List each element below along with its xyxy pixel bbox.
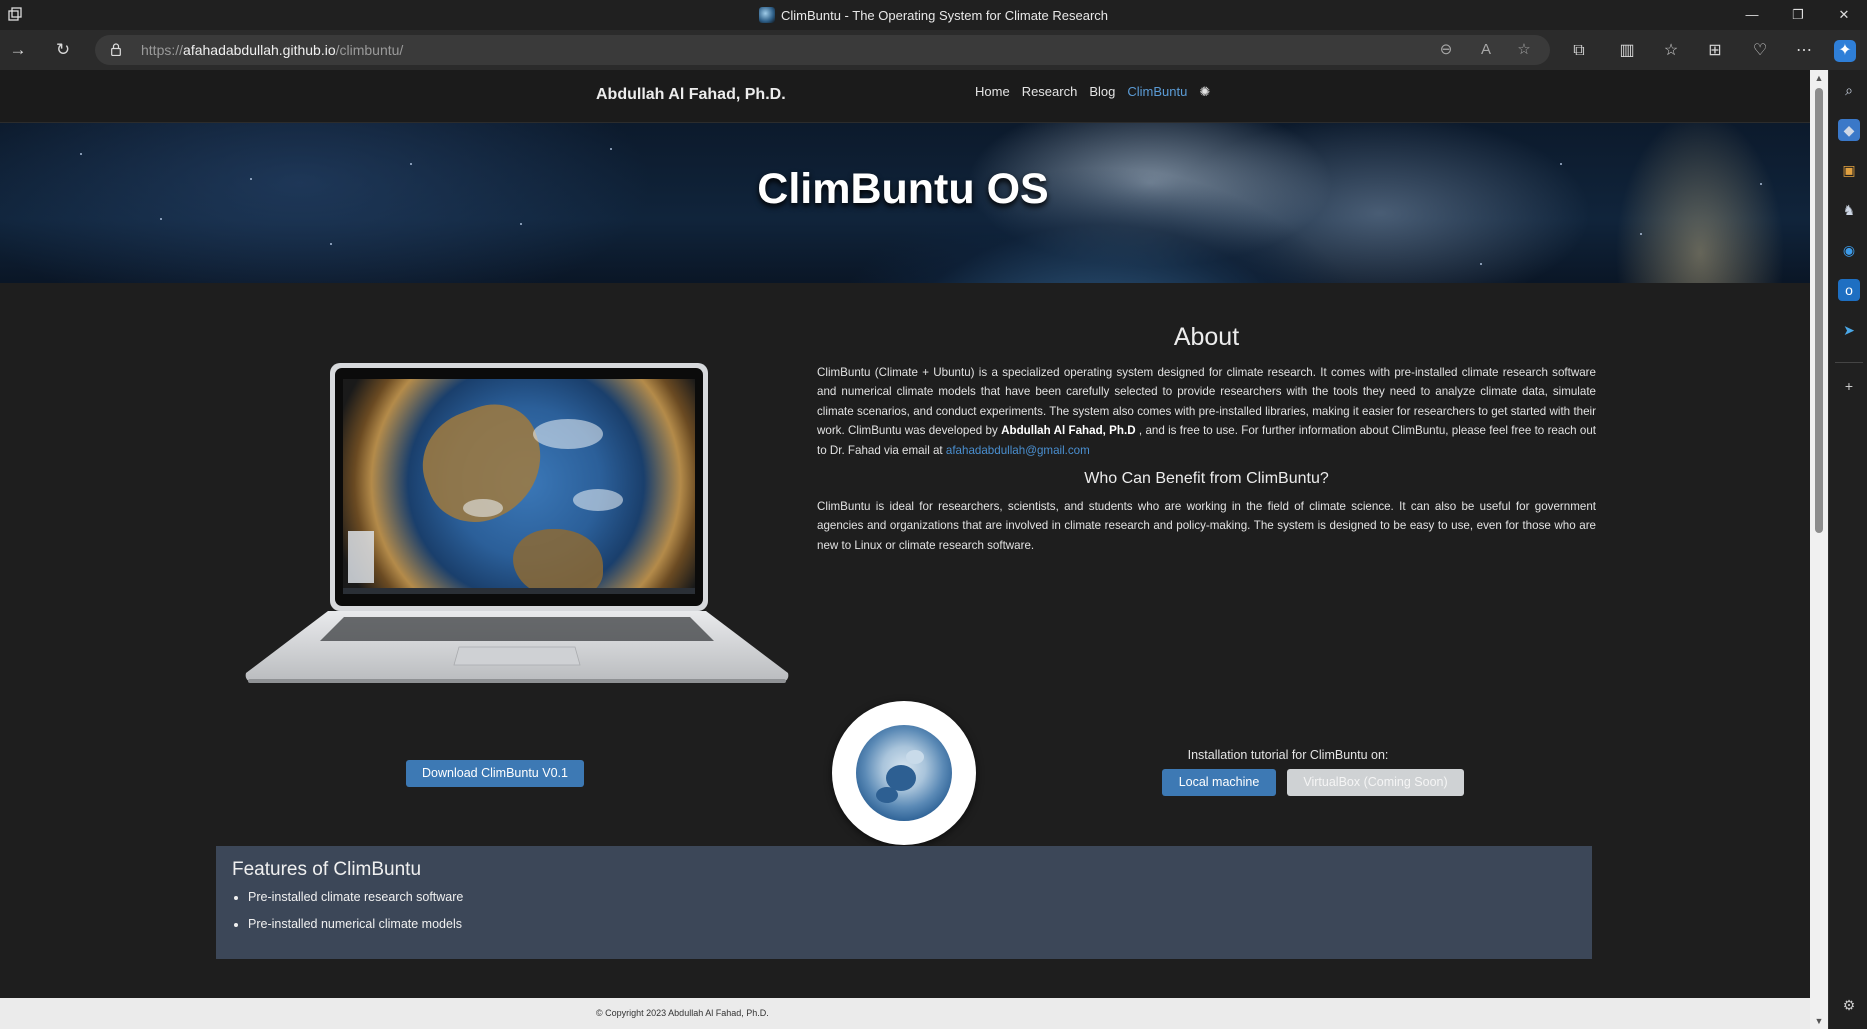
page-viewport: Abdullah Al Fahad, Ph.D. Home Research B… — [0, 70, 1810, 1029]
scrollbar-thumb[interactable] — [1815, 88, 1823, 533]
site-navbar: Abdullah Al Fahad, Ph.D. Home Research B… — [0, 70, 1810, 123]
collections-icon[interactable]: ⊞ — [1704, 40, 1726, 62]
browser-toolbar: → ↻ https://afahadabdullah.github.io/cli… — [0, 30, 1867, 70]
extensions-icon[interactable]: ⧉ — [1568, 40, 1590, 62]
laptop-screen — [343, 379, 695, 594]
split-screen-icon[interactable]: ▥ — [1616, 40, 1638, 62]
menu-blog-link[interactable]: Blog — [1089, 84, 1115, 100]
virtualbox-button[interactable]: VirtualBox (Coming Soon) — [1287, 769, 1464, 796]
site-favicon-icon — [758, 7, 775, 23]
about-heading: About — [1173, 323, 1240, 351]
address-bar[interactable]: https://afahadabdullah.github.io/climbun… — [95, 35, 1550, 65]
forward-icon[interactable]: → — [8, 40, 28, 60]
settings-gear-icon[interactable]: ⚙ — [1838, 994, 1860, 1016]
download-button[interactable]: Download ClimBuntu V0.1 — [406, 760, 584, 787]
footer-copyright: © Copyright 2023 Abdullah Al Fahad, Ph.D… — [596, 1008, 769, 1018]
zoom-out-icon[interactable]: ⊖ — [1437, 41, 1455, 59]
features-heading: Features of ClimBuntu — [232, 859, 422, 880]
window-titlebar: ClimBuntu - The Operating System for Cli… — [0, 0, 1867, 30]
outlook-icon[interactable]: o — [1838, 279, 1860, 301]
scroll-down-icon[interactable]: ▼ — [1810, 1013, 1828, 1029]
search-icon[interactable]: ⌕ — [1838, 79, 1860, 101]
laptop-base — [245, 611, 789, 683]
browser-sidebar: ⌕ ◆ ▣ ♞ ◉ o ➤ + ⚙ — [1828, 70, 1867, 1029]
desktop-menu-panel — [348, 531, 374, 583]
hero-title: ClimBuntu OS — [757, 165, 1049, 213]
url-text[interactable]: https://afahadabdullah.github.io/climbun… — [141, 42, 403, 58]
feature-item: Pre-installed numerical climate models — [248, 911, 463, 938]
install-tutorial-label: Installation tutorial for ClimBuntu on: — [1187, 748, 1389, 762]
who-benefit-paragraph: ClimBuntu is ideal for researchers, scie… — [817, 500, 1596, 552]
browser-essentials-icon[interactable]: ♡ — [1749, 40, 1771, 62]
sidebar-divider — [1835, 362, 1863, 363]
about-paragraph: ClimBuntu (Climate + Ubuntu) is a specia… — [817, 363, 1596, 460]
page-scrollbar[interactable]: ▲ ▼ — [1810, 70, 1828, 1029]
url-host: afahadabdullah.github.io — [183, 42, 336, 58]
shopping-tag-icon[interactable]: ◆ — [1838, 119, 1860, 141]
lock-icon[interactable] — [111, 43, 121, 56]
desktop-taskbar — [343, 588, 695, 594]
url-prefix: https:// — [141, 42, 184, 58]
climbuntu-logo — [832, 701, 976, 845]
menu-research-link[interactable]: Research — [1022, 84, 1078, 100]
microsoft-365-icon[interactable]: ◉ — [1838, 239, 1860, 261]
window-title-text: ClimBuntu - The Operating System for Cli… — [780, 8, 1109, 23]
about-author: Abdullah Al Fahad, Ph.D — [1001, 424, 1136, 438]
refresh-icon[interactable]: ↻ — [53, 40, 73, 60]
theme-toggle-icon[interactable]: ✺ — [1199, 84, 1210, 100]
local-machine-button[interactable]: Local machine — [1162, 769, 1276, 796]
restore-icon[interactable]: ❐ — [1775, 0, 1821, 30]
url-path: /climbuntu/ — [335, 42, 404, 58]
drop-icon[interactable]: ➤ — [1838, 319, 1860, 341]
laptop-image — [244, 363, 790, 685]
window-title: ClimBuntu - The Operating System for Cli… — [0, 7, 1867, 23]
features-section: Features of ClimBuntu Pre-installed clim… — [216, 846, 1592, 959]
close-icon[interactable]: ✕ — [1821, 0, 1867, 30]
site-menu: Home Research Blog ClimBuntu ✺ — [975, 84, 1210, 100]
read-aloud-icon[interactable]: A — [1477, 41, 1495, 59]
site-brand[interactable]: Abdullah Al Fahad, Ph.D. — [596, 86, 786, 104]
favorites-icon[interactable]: ☆ — [1660, 40, 1682, 62]
menu-home-link[interactable]: Home — [975, 84, 1010, 100]
copilot-icon[interactable]: ✦ — [1834, 40, 1856, 62]
feature-item: Pre-installed climate research software — [248, 884, 463, 911]
menu-climbuntu-link[interactable]: ClimBuntu — [1127, 84, 1187, 100]
site-footer: © Copyright 2023 Abdullah Al Fahad, Ph.D… — [0, 998, 1810, 1029]
who-benefit-heading: Who Can Benefit from ClimBuntu? — [1084, 470, 1329, 487]
more-menu-icon[interactable]: ⋯ — [1793, 40, 1815, 62]
scroll-up-icon[interactable]: ▲ — [1810, 70, 1828, 86]
favorite-star-icon[interactable]: ☆ — [1515, 41, 1533, 59]
hero-banner: ClimBuntu OS — [0, 123, 1810, 283]
features-list: Pre-installed climate research software … — [232, 884, 463, 938]
minimize-icon[interactable]: — — [1729, 0, 1775, 30]
tools-briefcase-icon[interactable]: ▣ — [1838, 159, 1860, 181]
games-icon[interactable]: ♞ — [1838, 199, 1860, 221]
email-link[interactable]: afahadabdullah@gmail.com — [946, 444, 1090, 457]
add-icon[interactable]: + — [1838, 375, 1860, 397]
